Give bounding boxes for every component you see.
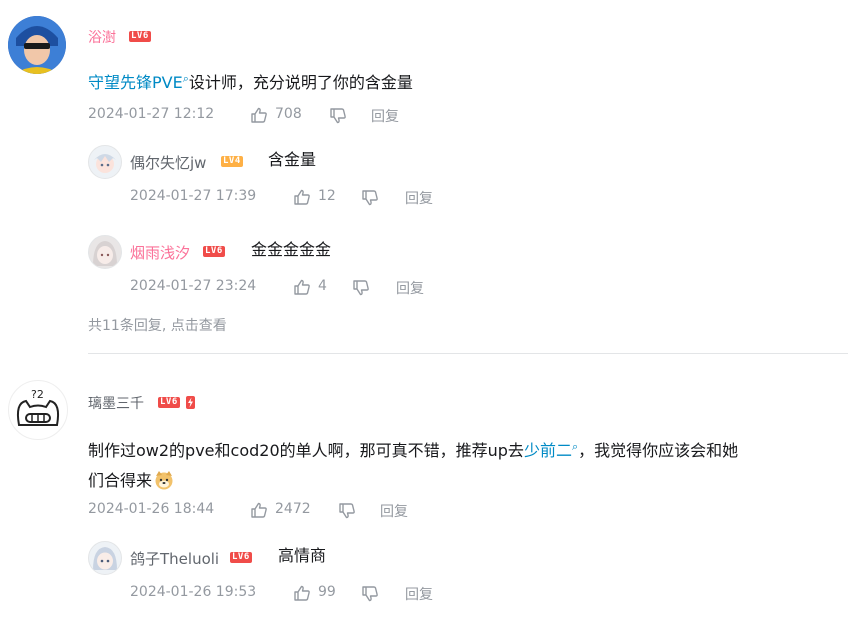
- divider: [88, 353, 848, 354]
- reply-username[interactable]: 鸽子Theluoli: [130, 548, 219, 569]
- reply-content: 金金金金金: [251, 240, 332, 259]
- level-badge: LV6: [203, 246, 225, 257]
- doge-emoji-icon: [154, 470, 174, 490]
- reply-username[interactable]: 烟雨浅汐: [130, 242, 190, 263]
- like-icon[interactable]: [250, 501, 268, 519]
- level-badge: LV6: [230, 552, 252, 563]
- reply-button[interactable]: 回复: [405, 188, 433, 208]
- dislike-icon[interactable]: [338, 502, 356, 520]
- reply-button[interactable]: 回复: [405, 584, 433, 604]
- reply-time: 2024-01-27 17:39: [130, 188, 257, 204]
- reply-button[interactable]: 回复: [380, 501, 408, 521]
- svg-text:?2: ?2: [31, 388, 44, 401]
- keyword-link[interactable]: 守望先锋PVE: [88, 73, 183, 92]
- like-count: 708: [275, 106, 302, 122]
- level-badge: LV4: [221, 156, 243, 167]
- like-icon[interactable]: [293, 188, 311, 206]
- reply-username[interactable]: 偶尔失忆jw: [130, 152, 206, 173]
- like-icon[interactable]: [293, 584, 311, 602]
- keyword-link[interactable]: 少前二: [524, 441, 572, 460]
- dislike-icon[interactable]: [329, 107, 347, 125]
- like-count: 12: [318, 188, 336, 204]
- level-badge: LV6: [158, 397, 180, 408]
- comment-text: 设计师，充分说明了你的含金量: [188, 73, 413, 92]
- dislike-icon[interactable]: [361, 189, 379, 207]
- avatar[interactable]: [88, 235, 122, 269]
- like-count: 4: [318, 278, 327, 294]
- like-icon[interactable]: [250, 106, 268, 124]
- comment-username[interactable]: 浴澍: [88, 27, 116, 47]
- avatar[interactable]: [88, 145, 122, 179]
- comment-content: 制作过ow2的pve和cod20的单人啊，那可真不错，推荐up去少前二⌕，我觉得…: [88, 432, 858, 496]
- level-badge: LV6: [129, 31, 151, 42]
- view-more-replies[interactable]: 共11条回复, 点击查看: [88, 315, 227, 335]
- dislike-icon[interactable]: [352, 279, 370, 297]
- comment-text: ，我觉得你应该会和她: [578, 441, 739, 460]
- comment-username[interactable]: 璃墨三千: [88, 393, 144, 413]
- reply-content: 高情商: [278, 546, 327, 565]
- avatar[interactable]: [88, 541, 122, 575]
- reply-time: 2024-01-27 23:24: [130, 278, 257, 294]
- comment-time: 2024-01-26 18:44: [88, 501, 215, 517]
- comment-content: 守望先锋PVE⌕设计师，充分说明了你的含金量: [88, 64, 413, 98]
- like-icon[interactable]: [293, 278, 311, 296]
- avatar[interactable]: [8, 16, 66, 74]
- reply-button[interactable]: 回复: [371, 106, 399, 126]
- lightning-icon: [186, 396, 195, 409]
- comment-text: 制作过ow2的pve和cod20的单人啊，那可真不错，推荐up去: [88, 441, 524, 460]
- reply-content: 含金量: [268, 150, 317, 169]
- comment-time: 2024-01-27 12:12: [88, 106, 215, 122]
- reply-time: 2024-01-26 19:53: [130, 584, 257, 600]
- like-count: 2472: [275, 501, 311, 517]
- avatar[interactable]: ?2: [8, 380, 68, 440]
- dislike-icon[interactable]: [361, 585, 379, 603]
- reply-button[interactable]: 回复: [396, 278, 424, 298]
- comment-text: 们合得来: [88, 471, 153, 490]
- like-count: 99: [318, 584, 336, 600]
